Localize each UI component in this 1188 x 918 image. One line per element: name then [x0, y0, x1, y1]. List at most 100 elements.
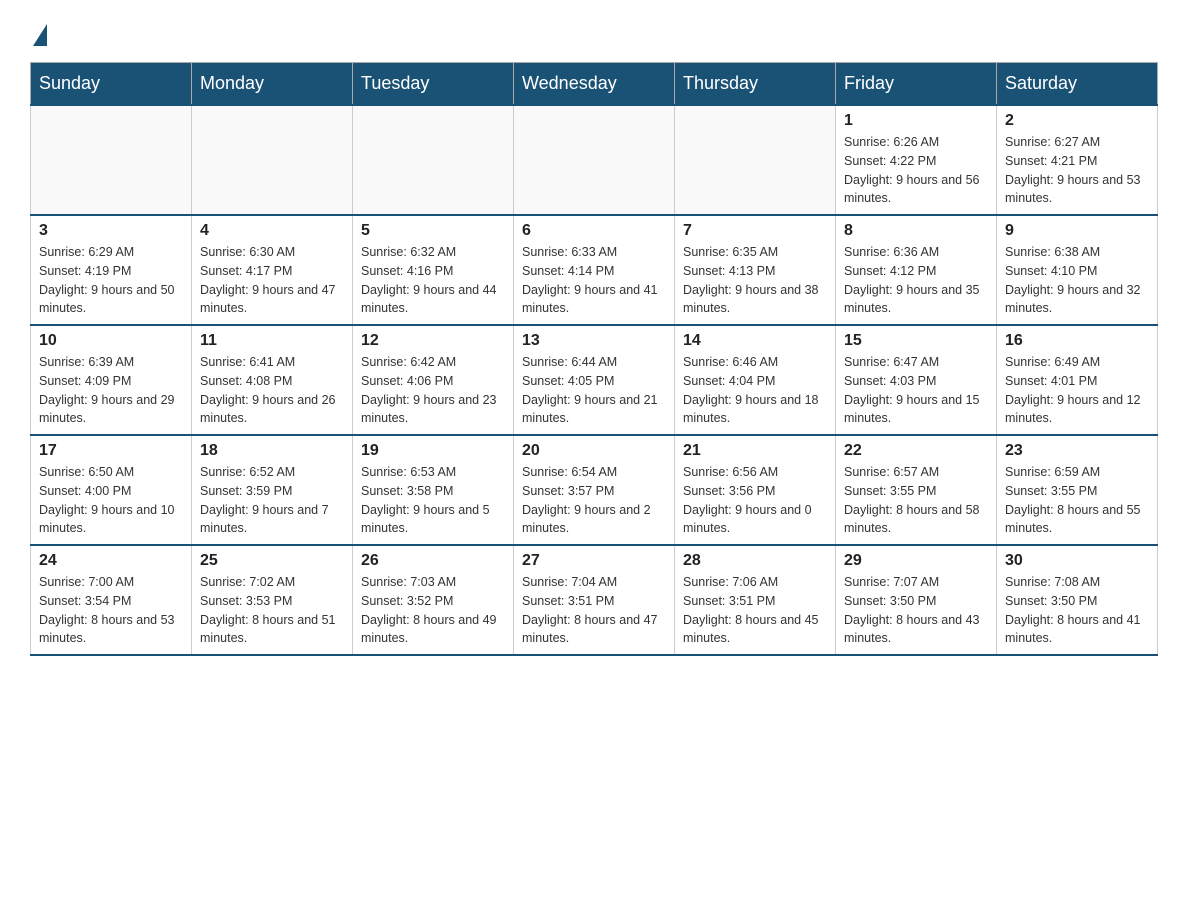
day-number: 29	[844, 552, 988, 570]
day-number: 23	[1005, 442, 1149, 460]
calendar-cell: 20Sunrise: 6:54 AM Sunset: 3:57 PM Dayli…	[514, 435, 675, 545]
calendar-cell: 3 Sunrise: 6:29 AM Sunset: 4:19 PM Daylig…	[31, 215, 192, 325]
day-number: 14	[683, 332, 827, 350]
day-number: 2	[1005, 112, 1149, 130]
calendar-cell: 22 Sunrise: 6:57 AM Sunset: 3:55 PM Dayli…	[836, 435, 997, 545]
calendar-cell: 24 Sunrise: 7:00 AM Sunset: 3:54 PM Dayli…	[31, 545, 192, 655]
calendar-cell: 27 Sunrise: 7:04 AM Sunset: 3:51 PM Dayli…	[514, 545, 675, 655]
calendar-cell: 17 Sunrise: 6:50 AM Sunset: 4:00 PM Dayli…	[31, 435, 192, 545]
calendar-cell: 21 Sunrise: 6:56 AM Sunset: 3:56 PM Dayli…	[675, 435, 836, 545]
day-number: 20	[522, 442, 666, 460]
calendar-cell	[675, 105, 836, 215]
logo	[30, 20, 47, 42]
weekday-header-sunday: Sunday	[31, 63, 192, 106]
calendar-cell: 19Sunrise: 6:53 AM Sunset: 3:58 PM Dayli…	[353, 435, 514, 545]
calendar-cell: 28 Sunrise: 7:06 AM Sunset: 3:51 PM Dayli…	[675, 545, 836, 655]
day-info: Sunrise: 6:26 AM Sunset: 4:22 PM Dayligh…	[844, 133, 988, 208]
calendar-cell: 14Sunrise: 6:46 AM Sunset: 4:04 PM Dayli…	[675, 325, 836, 435]
day-number: 25	[200, 552, 344, 570]
calendar-week-row: 1 Sunrise: 6:26 AM Sunset: 4:22 PM Daylig…	[31, 105, 1158, 215]
day-info: Sunrise: 6:50 AM Sunset: 4:00 PM Dayligh…	[39, 463, 183, 538]
day-number: 19	[361, 442, 505, 460]
day-number: 5	[361, 222, 505, 240]
day-number: 12	[361, 332, 505, 350]
day-info: Sunrise: 7:04 AM Sunset: 3:51 PM Dayligh…	[522, 573, 666, 648]
calendar-week-row: 3 Sunrise: 6:29 AM Sunset: 4:19 PM Daylig…	[31, 215, 1158, 325]
day-info: Sunrise: 6:39 AM Sunset: 4:09 PM Dayligh…	[39, 353, 183, 428]
calendar-table: SundayMondayTuesdayWednesdayThursdayFrid…	[30, 62, 1158, 656]
calendar-cell: 30 Sunrise: 7:08 AM Sunset: 3:50 PM Dayli…	[997, 545, 1158, 655]
day-info: Sunrise: 6:56 AM Sunset: 3:56 PM Dayligh…	[683, 463, 827, 538]
day-info: Sunrise: 6:41 AM Sunset: 4:08 PM Dayligh…	[200, 353, 344, 428]
day-number: 24	[39, 552, 183, 570]
day-info: Sunrise: 6:35 AM Sunset: 4:13 PM Dayligh…	[683, 243, 827, 318]
day-info: Sunrise: 7:08 AM Sunset: 3:50 PM Dayligh…	[1005, 573, 1149, 648]
day-info: Sunrise: 6:32 AM Sunset: 4:16 PM Dayligh…	[361, 243, 505, 318]
calendar-cell: 13 Sunrise: 6:44 AM Sunset: 4:05 PM Dayli…	[514, 325, 675, 435]
calendar-cell	[192, 105, 353, 215]
day-number: 13	[522, 332, 666, 350]
day-info: Sunrise: 7:00 AM Sunset: 3:54 PM Dayligh…	[39, 573, 183, 648]
day-info: Sunrise: 6:57 AM Sunset: 3:55 PM Dayligh…	[844, 463, 988, 538]
day-number: 26	[361, 552, 505, 570]
day-info: Sunrise: 6:42 AM Sunset: 4:06 PM Dayligh…	[361, 353, 505, 428]
calendar-cell: 29 Sunrise: 7:07 AM Sunset: 3:50 PM Dayli…	[836, 545, 997, 655]
day-number: 28	[683, 552, 827, 570]
day-info: Sunrise: 7:03 AM Sunset: 3:52 PM Dayligh…	[361, 573, 505, 648]
calendar-cell: 18 Sunrise: 6:52 AM Sunset: 3:59 PM Dayli…	[192, 435, 353, 545]
calendar-cell	[514, 105, 675, 215]
calendar-cell: 10Sunrise: 6:39 AM Sunset: 4:09 PM Dayli…	[31, 325, 192, 435]
calendar-cell: 16 Sunrise: 6:49 AM Sunset: 4:01 PM Dayli…	[997, 325, 1158, 435]
day-number: 15	[844, 332, 988, 350]
day-number: 21	[683, 442, 827, 460]
calendar-cell: 26 Sunrise: 7:03 AM Sunset: 3:52 PM Dayli…	[353, 545, 514, 655]
day-number: 17	[39, 442, 183, 460]
calendar-header-row: SundayMondayTuesdayWednesdayThursdayFrid…	[31, 63, 1158, 106]
calendar-week-row: 10Sunrise: 6:39 AM Sunset: 4:09 PM Dayli…	[31, 325, 1158, 435]
day-info: Sunrise: 6:30 AM Sunset: 4:17 PM Dayligh…	[200, 243, 344, 318]
calendar-cell	[353, 105, 514, 215]
page-header	[30, 20, 1158, 42]
weekday-header-monday: Monday	[192, 63, 353, 106]
day-number: 11	[200, 332, 344, 350]
calendar-cell: 7 Sunrise: 6:35 AM Sunset: 4:13 PM Daylig…	[675, 215, 836, 325]
calendar-cell: 5 Sunrise: 6:32 AM Sunset: 4:16 PM Daylig…	[353, 215, 514, 325]
weekday-header-wednesday: Wednesday	[514, 63, 675, 106]
day-info: Sunrise: 6:29 AM Sunset: 4:19 PM Dayligh…	[39, 243, 183, 318]
calendar-cell: 23 Sunrise: 6:59 AM Sunset: 3:55 PM Dayli…	[997, 435, 1158, 545]
day-info: Sunrise: 6:27 AM Sunset: 4:21 PM Dayligh…	[1005, 133, 1149, 208]
calendar-cell: 15 Sunrise: 6:47 AM Sunset: 4:03 PM Dayli…	[836, 325, 997, 435]
day-number: 27	[522, 552, 666, 570]
calendar-cell: 8Sunrise: 6:36 AM Sunset: 4:12 PM Daylig…	[836, 215, 997, 325]
day-number: 30	[1005, 552, 1149, 570]
day-info: Sunrise: 6:49 AM Sunset: 4:01 PM Dayligh…	[1005, 353, 1149, 428]
day-info: Sunrise: 6:52 AM Sunset: 3:59 PM Dayligh…	[200, 463, 344, 538]
day-info: Sunrise: 6:33 AM Sunset: 4:14 PM Dayligh…	[522, 243, 666, 318]
day-number: 3	[39, 222, 183, 240]
day-info: Sunrise: 6:47 AM Sunset: 4:03 PM Dayligh…	[844, 353, 988, 428]
day-info: Sunrise: 6:44 AM Sunset: 4:05 PM Dayligh…	[522, 353, 666, 428]
day-number: 22	[844, 442, 988, 460]
day-info: Sunrise: 7:06 AM Sunset: 3:51 PM Dayligh…	[683, 573, 827, 648]
calendar-cell: 9Sunrise: 6:38 AM Sunset: 4:10 PM Daylig…	[997, 215, 1158, 325]
day-info: Sunrise: 6:36 AM Sunset: 4:12 PM Dayligh…	[844, 243, 988, 318]
calendar-cell: 4Sunrise: 6:30 AM Sunset: 4:17 PM Daylig…	[192, 215, 353, 325]
calendar-cell: 12 Sunrise: 6:42 AM Sunset: 4:06 PM Dayli…	[353, 325, 514, 435]
logo-triangle-icon	[33, 24, 47, 46]
day-info: Sunrise: 6:38 AM Sunset: 4:10 PM Dayligh…	[1005, 243, 1149, 318]
calendar-cell: 2 Sunrise: 6:27 AM Sunset: 4:21 PM Daylig…	[997, 105, 1158, 215]
day-number: 18	[200, 442, 344, 460]
weekday-header-tuesday: Tuesday	[353, 63, 514, 106]
calendar-cell: 1 Sunrise: 6:26 AM Sunset: 4:22 PM Daylig…	[836, 105, 997, 215]
day-number: 16	[1005, 332, 1149, 350]
calendar-week-row: 17 Sunrise: 6:50 AM Sunset: 4:00 PM Dayli…	[31, 435, 1158, 545]
calendar-week-row: 24 Sunrise: 7:00 AM Sunset: 3:54 PM Dayli…	[31, 545, 1158, 655]
day-number: 1	[844, 112, 988, 130]
day-info: Sunrise: 6:59 AM Sunset: 3:55 PM Dayligh…	[1005, 463, 1149, 538]
calendar-cell: 6 Sunrise: 6:33 AM Sunset: 4:14 PM Daylig…	[514, 215, 675, 325]
day-number: 7	[683, 222, 827, 240]
weekday-header-friday: Friday	[836, 63, 997, 106]
day-number: 6	[522, 222, 666, 240]
day-info: Sunrise: 7:07 AM Sunset: 3:50 PM Dayligh…	[844, 573, 988, 648]
day-info: Sunrise: 7:02 AM Sunset: 3:53 PM Dayligh…	[200, 573, 344, 648]
